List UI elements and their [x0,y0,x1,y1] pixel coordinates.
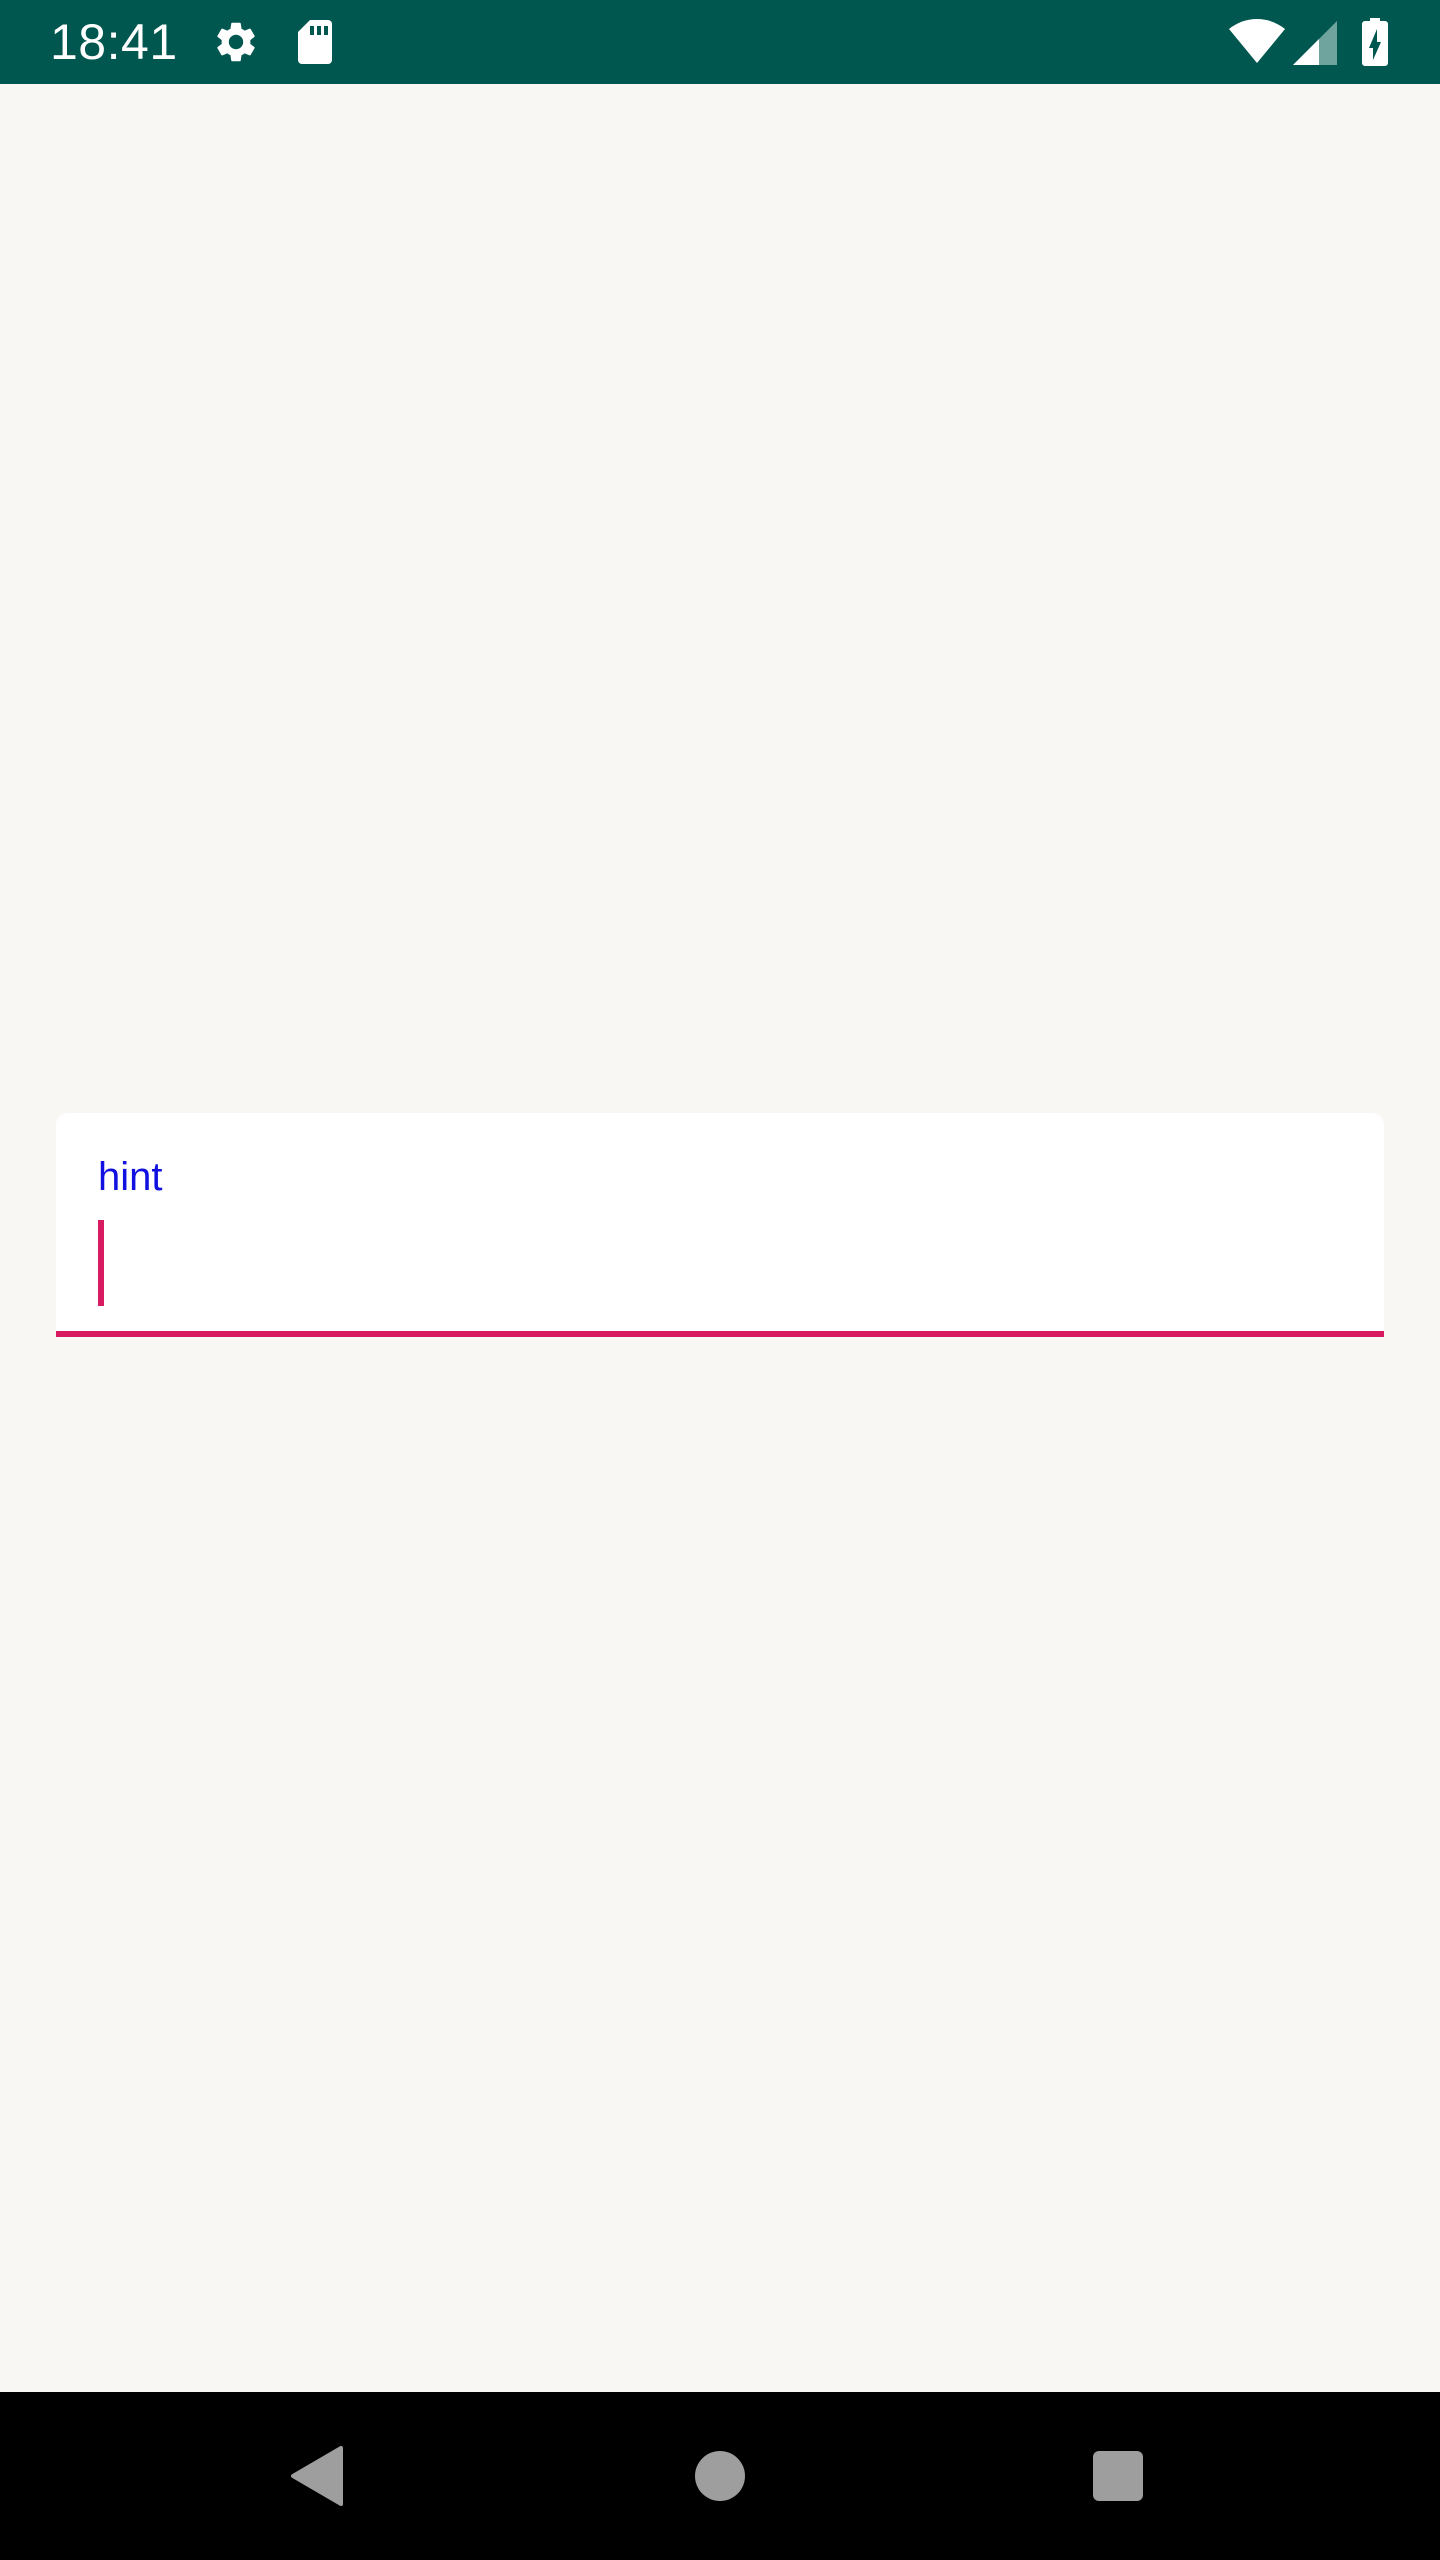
text-field[interactable]: hint [56,1113,1384,1337]
cell-signal-icon [1292,20,1338,66]
status-bar: 18:41 [0,0,1440,84]
home-icon[interactable] [694,2450,746,2502]
field-underline [56,1331,1384,1337]
wifi-icon [1228,18,1286,64]
battery-charging-icon [1360,18,1390,66]
sd-card-icon [292,18,336,66]
status-time: 18:41 [50,14,178,70]
text-cursor [98,1220,104,1306]
settings-icon [212,18,260,66]
text-input[interactable] [98,1221,1338,1311]
recents-icon[interactable] [1092,2450,1144,2502]
field-hint-label: hint [98,1155,163,1199]
navigation-bar [0,2392,1440,2560]
back-icon[interactable] [288,2445,344,2507]
